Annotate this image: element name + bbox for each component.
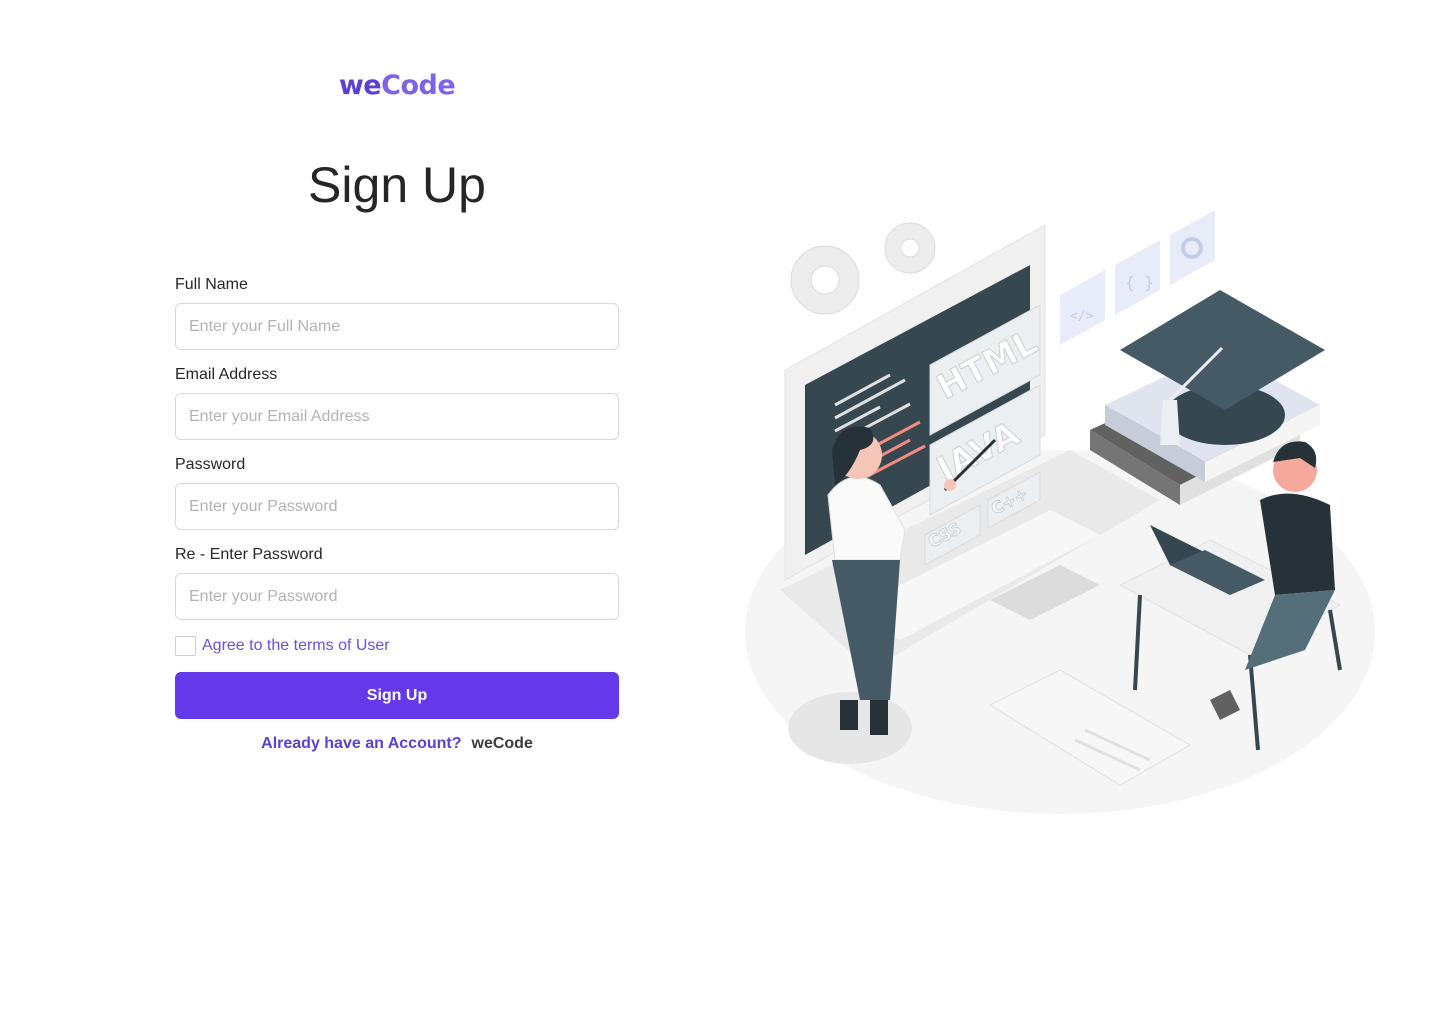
terms-checkbox[interactable] <box>175 636 196 656</box>
settings-tile-icon <box>1170 210 1215 285</box>
login-row: Already have an Account? weCode <box>175 735 619 753</box>
sign-up-button[interactable]: Sign Up <box>175 672 619 719</box>
terms-row: Agree to the terms of User <box>175 636 390 656</box>
braces-tile: { } <box>1115 240 1160 315</box>
full-name-input[interactable] <box>175 303 619 350</box>
email-label: Email Address <box>175 366 278 383</box>
password-input[interactable] <box>175 483 619 530</box>
terms-label[interactable]: Agree to the terms of User <box>202 637 390 655</box>
logo-text-we: we <box>338 70 382 101</box>
full-name-label: Full Name <box>175 276 248 293</box>
brand-logo: weCode <box>175 70 619 101</box>
gear-icon <box>790 245 860 315</box>
svg-text:{ }: { } <box>1125 273 1154 292</box>
page-title: Sign Up <box>308 157 486 213</box>
confirm-password-input[interactable] <box>175 573 619 620</box>
login-link[interactable]: Already have an Account? <box>261 735 461 752</box>
signup-page: weCode Sign Up Full Name Email Address P… <box>0 0 1440 1024</box>
logo-text-code: Code <box>381 70 456 101</box>
gear-icon <box>884 222 936 274</box>
password-label: Password <box>175 456 246 473</box>
coding-class-illustration: HTML JAVA CSS C++ </> { } <box>745 210 1375 814</box>
confirm-password-label: Re - Enter Password <box>175 546 323 563</box>
login-brand-text: weCode <box>471 735 533 752</box>
svg-text:</>: </> <box>1070 309 1094 324</box>
email-input[interactable] <box>175 393 619 440</box>
code-tag-tile: </> <box>1060 270 1105 345</box>
